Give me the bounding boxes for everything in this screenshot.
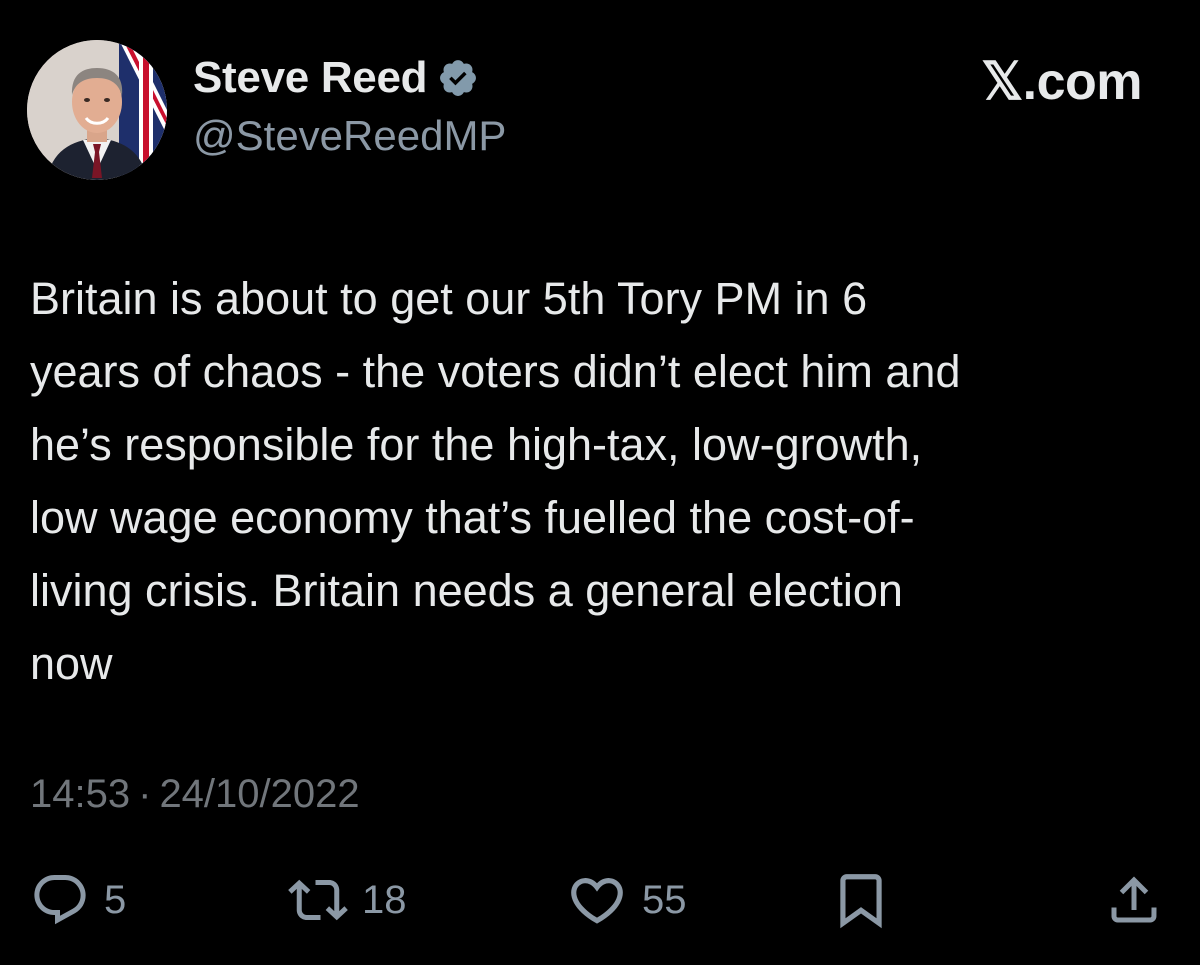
tweet-text-line: low wage economy that’s fuelled the cost… <box>30 492 915 543</box>
verified-badge-icon[interactable] <box>437 57 479 99</box>
reply-icon <box>30 870 90 930</box>
like-button[interactable]: 55 <box>566 868 687 932</box>
repost-count: 18 <box>362 877 407 922</box>
tweet-card: Steve Reed @SteveReedMP 𝕏.com Britain is… <box>0 0 1200 965</box>
avatar[interactable] <box>27 40 167 180</box>
tweet-text-line: Britain is about to get our 5th Tory PM … <box>30 273 868 324</box>
share-icon <box>1104 870 1164 930</box>
bookmark-icon <box>830 869 892 931</box>
tweet-text-line: now <box>30 638 113 689</box>
tweet-text: Britain is about to get our 5th Tory PM … <box>30 262 1170 700</box>
author-handle[interactable]: @SteveReedMP <box>193 112 506 160</box>
author-display-name[interactable]: Steve Reed <box>193 53 428 103</box>
tweet-date: 24/10/2022 <box>159 772 360 816</box>
reply-count: 5 <box>104 877 127 922</box>
tweet-timestamp[interactable]: 14:53 · 24/10/2022 <box>30 772 360 817</box>
reply-button[interactable]: 5 <box>30 868 126 932</box>
tweet-time: 14:53 <box>30 772 131 816</box>
repost-icon <box>288 870 348 930</box>
like-icon <box>566 869 628 931</box>
timestamp-separator: · <box>138 772 152 816</box>
tweet-text-line: living crisis. Britain needs a general e… <box>30 565 903 616</box>
x-com-brand: 𝕏.com <box>981 53 1142 111</box>
action-bar: 5 18 55 <box>0 868 1200 932</box>
author-name-row: Steve Reed <box>193 52 479 104</box>
share-button[interactable] <box>1104 868 1164 932</box>
like-count: 55 <box>642 877 687 922</box>
bookmark-button[interactable] <box>830 868 892 932</box>
tweet-text-line: he’s responsible for the high-tax, low-g… <box>30 419 923 470</box>
repost-button[interactable]: 18 <box>288 868 407 932</box>
tweet-text-line: years of chaos - the voters didn’t elect… <box>30 346 961 397</box>
